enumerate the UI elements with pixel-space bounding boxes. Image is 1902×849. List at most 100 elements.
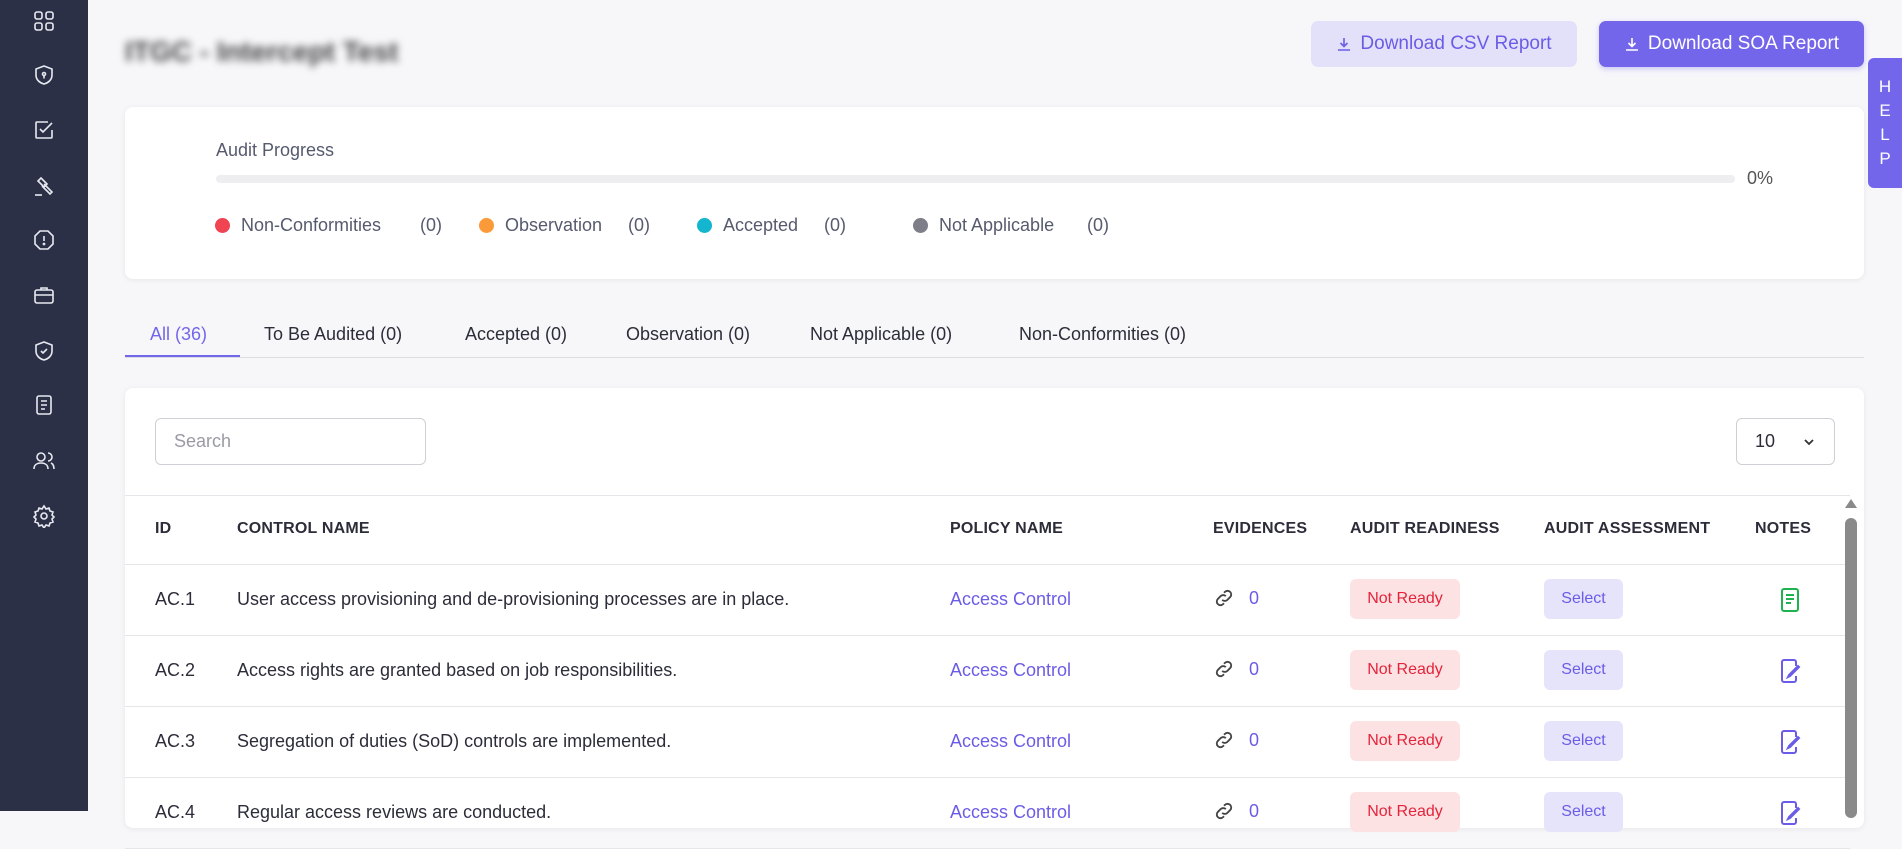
legend-label: Accepted: [723, 215, 799, 235]
filter-tabs: All (36) To Be Audited (0) Accepted (0) …: [125, 317, 1864, 358]
sidebar: [0, 0, 88, 811]
control-id: AC.3: [155, 731, 196, 751]
legend-count: (0): [1087, 215, 1109, 235]
control-name: User access provisioning and de-provisio…: [237, 589, 790, 609]
column-header-policy-name[interactable]: POLICY NAME: [950, 520, 1063, 538]
scrollbar-thumb[interactable]: [1845, 518, 1857, 818]
control-name: Regular access reviews are conducted.: [237, 802, 552, 822]
help-letter: L: [1880, 125, 1890, 144]
evidences-count: 0: [1249, 729, 1260, 750]
column-header-notes: NOTES: [1755, 520, 1812, 537]
scroll-up-arrow[interactable]: [1845, 499, 1857, 508]
legend-count: (0): [628, 215, 650, 235]
controls-table-card: 10 ID CONTROL NAME POLICY NAME EVIDENCES…: [125, 388, 1864, 849]
download-icon: [1338, 38, 1351, 51]
legend-label: Not Applicable: [939, 215, 1055, 235]
evidences-link[interactable]: 0: [1213, 800, 1259, 822]
audit-progress-card: Audit Progress 0% Non-Conformities (0) O…: [125, 107, 1864, 279]
briefcase-icon[interactable]: [32, 283, 56, 307]
help-letter: E: [1879, 101, 1891, 120]
legend-not-applicable: Not Applicable: [913, 215, 1054, 236]
audit-assessment-select[interactable]: Select: [1544, 721, 1623, 761]
audit-assessment-select[interactable]: Select: [1544, 650, 1623, 690]
page-size-select[interactable]: 10: [1736, 418, 1835, 465]
download-soa-label: Download SOA Report: [1647, 33, 1840, 54]
download-csv-button[interactable]: Download CSV Report: [1311, 21, 1577, 67]
legend-dot: [479, 218, 494, 233]
page-title: ITGC - Intercept Test: [125, 36, 399, 67]
link-icon: [1215, 802, 1233, 820]
evidences-link[interactable]: 0: [1213, 587, 1259, 609]
column-header-id[interactable]: ID: [155, 520, 171, 538]
legend-count: (0): [824, 215, 846, 235]
policy-link[interactable]: Access Control: [950, 589, 1071, 610]
audit-progress-bar: [216, 175, 1735, 183]
download-csv-label: Download CSV Report: [1360, 33, 1552, 54]
shield-check-icon[interactable]: [32, 339, 56, 363]
help-letter: H: [1878, 77, 1892, 96]
note-edit-icon[interactable]: [1778, 729, 1802, 755]
legend-dot: [697, 218, 712, 233]
tab-not-applicable[interactable]: Not Applicable (0): [810, 324, 952, 345]
note-edit-icon[interactable]: [1778, 658, 1802, 684]
tab-observation[interactable]: Observation (0): [626, 324, 750, 345]
users-icon[interactable]: [32, 449, 56, 473]
settings-icon[interactable]: [32, 504, 56, 528]
help-letter: P: [1879, 149, 1891, 168]
page-size-value: 10: [1755, 431, 1776, 451]
tab-non-conformities[interactable]: Non-Conformities (0): [1019, 324, 1186, 345]
control-id: AC.4: [155, 802, 196, 822]
legend-accepted: Accepted: [697, 215, 798, 236]
control-name: Segregation of duties (SoD) controls are…: [237, 731, 672, 751]
tab-accepted[interactable]: Accepted (0): [465, 324, 567, 345]
tab-all[interactable]: All (36): [150, 324, 207, 345]
download-soa-button[interactable]: Download SOA Report: [1599, 21, 1864, 67]
help-tab[interactable]: H E L P: [1868, 58, 1902, 188]
evidences-link[interactable]: 0: [1213, 729, 1259, 751]
table-row: AC.2 Access rights are granted based on …: [125, 636, 1850, 707]
link-icon: [1215, 731, 1233, 749]
shield-lock-icon[interactable]: [32, 63, 56, 87]
audit-progress-label: Audit Progress: [216, 140, 335, 160]
note-filled-icon[interactable]: [1778, 587, 1802, 613]
active-tab-indicator: [125, 355, 240, 357]
document-icon[interactable]: [32, 393, 56, 417]
legend-dot: [215, 218, 230, 233]
download-icon: [1625, 38, 1638, 51]
table-row: AC.3 Segregation of duties (SoD) control…: [125, 707, 1850, 778]
link-icon: [1215, 589, 1233, 607]
legend-count: (0): [420, 215, 442, 235]
gavel-icon[interactable]: [32, 174, 56, 198]
legend-observation: Observation: [479, 215, 602, 236]
column-header-control-name[interactable]: CONTROL NAME: [237, 520, 370, 538]
audit-readiness-badge: Not Ready: [1350, 579, 1460, 619]
table-row: AC.4 Regular access reviews are conducte…: [125, 778, 1850, 849]
evidences-count: 0: [1249, 587, 1260, 608]
policy-link[interactable]: Access Control: [950, 731, 1071, 752]
control-id: AC.2: [155, 660, 196, 680]
audit-readiness-badge: Not Ready: [1350, 792, 1460, 832]
legend-label: Non-Conformities: [241, 215, 382, 235]
evidences-link[interactable]: 0: [1213, 658, 1259, 680]
column-header-evidences[interactable]: EVIDENCES: [1213, 520, 1307, 538]
search-input[interactable]: [155, 418, 426, 465]
policy-link[interactable]: Access Control: [950, 660, 1071, 681]
note-edit-icon[interactable]: [1778, 800, 1802, 826]
column-header-audit-readiness[interactable]: AUDIT READINESS: [1350, 520, 1500, 538]
checkbox-icon[interactable]: [32, 118, 56, 142]
audit-assessment-select[interactable]: Select: [1544, 792, 1623, 832]
audit-readiness-badge: Not Ready: [1350, 721, 1460, 761]
dashboard-icon[interactable]: [32, 9, 56, 33]
tab-to-be-audited[interactable]: To Be Audited (0): [264, 324, 402, 345]
audit-assessment-select[interactable]: Select: [1544, 579, 1623, 619]
table-row: AC.1 User access provisioning and de-pro…: [125, 565, 1850, 636]
policy-link[interactable]: Access Control: [950, 802, 1071, 823]
control-id: AC.1: [155, 589, 196, 609]
table-header: ID CONTROL NAME POLICY NAME EVIDENCES AU…: [125, 495, 1850, 565]
column-header-audit-assessment[interactable]: AUDIT ASSESSMENT: [1544, 520, 1710, 538]
legend-label: Observation: [505, 215, 603, 235]
alert-octagon-icon[interactable]: [32, 228, 56, 252]
chevron-down-icon: [1804, 438, 1814, 445]
legend-dot: [913, 218, 928, 233]
control-name: Access rights are granted based on job r…: [237, 660, 678, 680]
